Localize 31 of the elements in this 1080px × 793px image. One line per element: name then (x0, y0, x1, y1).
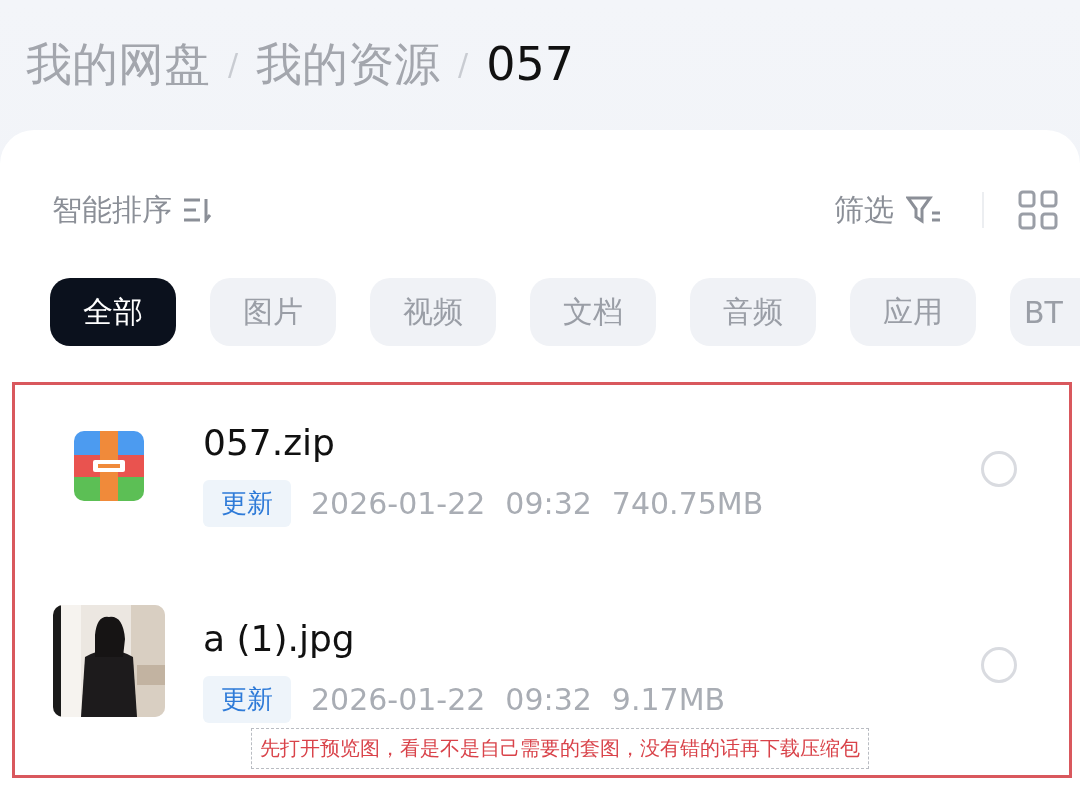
file-date: 2026-01-22 (311, 682, 486, 718)
file-name[interactable]: a (1).jpg (203, 617, 355, 661)
file-size: 9.17MB (611, 682, 726, 718)
select-radio[interactable] (981, 647, 1017, 683)
category-tab[interactable]: 文档 (530, 278, 656, 346)
annotation-note: 先打开预览图，看是不是自己需要的套图，没有错的话再下载压缩包 (251, 728, 869, 769)
file-date: 2026-01-22 (311, 486, 486, 522)
file-time: 09:32 (505, 486, 592, 522)
grid-view-icon[interactable] (1018, 190, 1058, 230)
category-tab[interactable]: 图片 (210, 278, 336, 346)
archive-icon (74, 431, 144, 501)
breadcrumb-link[interactable]: 我的资源 (256, 41, 441, 87)
update-tag: 更新 (203, 480, 291, 528)
category-tab[interactable]: 视频 (370, 278, 496, 346)
update-tag: 更新 (203, 676, 291, 724)
filter-icon (906, 195, 942, 225)
breadcrumb-separator: / (458, 46, 469, 82)
file-size: 740.75MB (611, 486, 764, 522)
category-tab[interactable]: 全部 (50, 278, 176, 346)
category-tab[interactable]: 音频 (690, 278, 816, 346)
category-tab[interactable]: BT (1010, 278, 1080, 346)
category-tab[interactable]: 应用 (850, 278, 976, 346)
filter-button[interactable]: 筛选 (834, 189, 894, 231)
current-folder-title: 057 (486, 41, 575, 87)
breadcrumb-separator: / (228, 46, 239, 82)
sort-button[interactable]: 智能排序 (52, 189, 172, 231)
breadcrumb-link[interactable]: 我的网盘 (26, 41, 210, 87)
file-time: 09:32 (505, 682, 592, 718)
sort-icon (182, 197, 212, 223)
file-name[interactable]: 057.zip (203, 421, 335, 465)
select-radio[interactable] (981, 451, 1017, 487)
